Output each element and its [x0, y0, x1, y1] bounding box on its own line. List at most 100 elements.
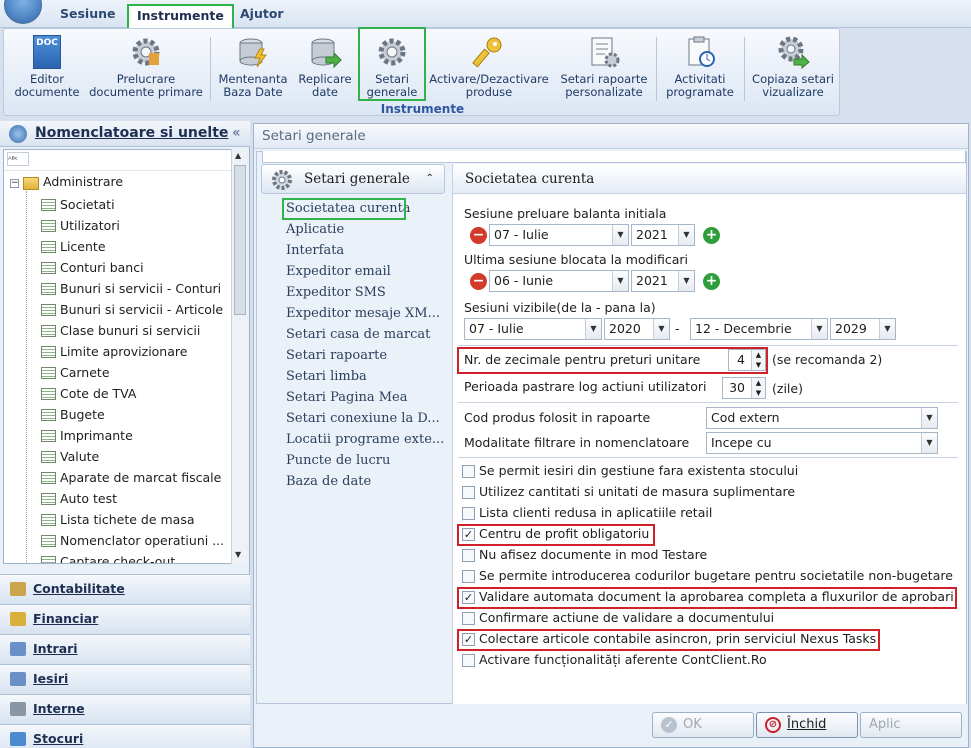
side-link[interactable]: Locatii programe exte... — [286, 432, 444, 447]
plus-icon[interactable]: + — [703, 273, 720, 290]
scroll-up-icon[interactable]: ▲ — [235, 151, 241, 160]
chevron-up-icon[interactable]: ⌃ — [426, 165, 434, 193]
nav-section-iesiri[interactable]: Iesiri — [0, 664, 250, 694]
side-link[interactable]: Expeditor email — [286, 264, 391, 279]
tree-item[interactable]: Imprimante — [60, 426, 133, 446]
checkbox[interactable] — [462, 612, 475, 625]
chevron-down-icon[interactable]: ▼ — [612, 225, 628, 245]
vizibile-to-month-select[interactable]: 12 - Decembrie ▼ — [690, 318, 828, 340]
side-link[interactable]: Baza de date — [286, 474, 371, 489]
chevron-down-icon[interactable]: ▼ — [653, 319, 669, 339]
side-header[interactable]: Setari generale ⌃ — [261, 164, 445, 194]
ribbon-button-replicare[interactable]: Replicare date — [294, 35, 356, 101]
vizibile-from-month-select[interactable]: 07 - Iulie ▼ — [464, 318, 602, 340]
side-link[interactable]: Interfata — [286, 243, 344, 258]
tab-sesiune[interactable]: Sesiune — [52, 4, 123, 28]
tree-item[interactable]: Bunuri si servicii - Conturi — [60, 279, 221, 299]
tree-item[interactable]: Carnete — [60, 363, 110, 383]
tree-item[interactable]: Lista tichete de masa — [60, 510, 195, 530]
checkbox[interactable] — [462, 549, 475, 562]
side-link[interactable]: Expeditor SMS — [286, 285, 386, 300]
collapse-icon[interactable]: « — [232, 125, 241, 141]
filtrare-select[interactable]: Incepe cu ▼ — [706, 432, 938, 454]
chevron-down-icon[interactable]: ▼ — [678, 271, 694, 291]
checkbox[interactable] — [462, 465, 475, 478]
tree-item[interactable]: Conturi banci — [60, 258, 144, 278]
ok-button[interactable]: ✓ OK — [652, 712, 754, 738]
stepper-arrows-icon[interactable]: ▲ ▼ — [751, 350, 765, 370]
side-link[interactable]: Setari casa de marcat — [286, 327, 430, 342]
chevron-down-icon[interactable]: ▼ — [811, 319, 827, 339]
minus-icon[interactable]: − — [470, 273, 487, 290]
blocata-year-select[interactable]: 2021 ▼ — [631, 270, 695, 292]
blocata-month-select[interactable]: 06 - Iunie ▼ — [489, 270, 629, 292]
scroll-down-icon[interactable]: ▼ — [235, 550, 241, 559]
ribbon-button-activare[interactable]: Activare/Dezactivare produse — [428, 35, 550, 101]
plus-icon[interactable]: + — [703, 227, 720, 244]
chevron-down-icon[interactable]: ▼ — [921, 433, 937, 453]
ribbon-button-setari-rapoarte[interactable]: Setari rapoarte personalizate — [556, 35, 652, 101]
nav-section-financiar[interactable]: Financiar — [0, 604, 250, 634]
side-link[interactable]: Aplicatie — [286, 222, 344, 237]
minus-icon[interactable]: − — [470, 227, 487, 244]
sesiune-month-select[interactable]: 07 - Iulie ▼ — [489, 224, 629, 246]
ribbon-button-setari-generale[interactable]: Setari generale — [358, 27, 426, 101]
chevron-down-icon[interactable]: ▼ — [678, 225, 694, 245]
checkbox-label[interactable]: Activare funcționalități aferente ContCl… — [479, 652, 767, 667]
tree-item[interactable]: Bugete — [60, 405, 105, 425]
side-link[interactable]: Expeditor mesaje XM... — [286, 306, 440, 321]
collapse-tree-icon[interactable]: − — [10, 179, 19, 188]
cancel-button[interactable]: ⊘ Închid — [756, 712, 858, 738]
nav-section-interne[interactable]: Interne — [0, 694, 250, 724]
tree-item[interactable]: Licente — [60, 237, 106, 257]
checkbox-label[interactable]: Utilizez cantitati si unitati de masura … — [479, 484, 795, 499]
tab-instrumente[interactable]: Instrumente — [127, 4, 234, 28]
vizibile-from-year-select[interactable]: 2020 ▼ — [604, 318, 670, 340]
chevron-down-icon[interactable]: ▼ — [612, 271, 628, 291]
chevron-down-icon[interactable]: ▼ — [879, 319, 895, 339]
vizibile-to-year-select[interactable]: 2029 ▼ — [830, 318, 896, 340]
nav-scrollbar[interactable]: ▲ ▼ — [231, 149, 247, 564]
side-link[interactable]: Setari conexiune la D... — [286, 411, 440, 426]
stepper-arrows-icon[interactable]: ▲ ▼ — [751, 378, 765, 398]
checkbox[interactable] — [462, 654, 475, 667]
sesiune-year-select[interactable]: 2021 ▼ — [631, 224, 695, 246]
checkbox-label[interactable]: Se permit iesiri din gestiune fara exist… — [479, 463, 798, 478]
cod-select[interactable]: Cod extern ▼ — [706, 407, 938, 429]
nav-section-contabilitate[interactable]: Contabilitate — [0, 574, 250, 604]
tree-item[interactable]: Auto test — [60, 489, 117, 509]
tree-item[interactable]: Aparate de marcat fiscale — [60, 468, 221, 488]
tab-ajutor[interactable]: Ajutor — [232, 4, 292, 28]
ribbon-button-copiaza-setari[interactable]: Copiaza setari vizualizare — [750, 35, 836, 101]
apply-button[interactable]: Aplic — [860, 712, 962, 738]
ribbon-button-prelucrare[interactable]: Prelucrare documente primare — [88, 35, 204, 101]
checkbox-label[interactable]: Lista clienti redusa in aplicatiile reta… — [479, 505, 712, 520]
checkbox-label[interactable]: Confirmare actiune de validare a documen… — [479, 610, 774, 625]
checkbox[interactable] — [462, 486, 475, 499]
tree-item[interactable]: Societati — [60, 195, 115, 215]
tree-item[interactable]: Clase bunuri si servicii — [60, 321, 200, 341]
zecimale-stepper[interactable]: 4 ▲ ▼ — [728, 349, 766, 371]
tree-item[interactable]: Nomenclator operatiuni ... — [60, 531, 224, 551]
checkbox[interactable] — [462, 507, 475, 520]
side-link[interactable]: Setari Pagina Mea — [286, 390, 407, 405]
chevron-down-icon[interactable]: ▼ — [585, 319, 601, 339]
ribbon-button-editor-documente[interactable]: DOC Editor documente — [10, 35, 84, 101]
tree-item[interactable]: Cote de TVA — [60, 384, 136, 404]
abc-filter-icon[interactable]: ᴬᴮᶜ — [7, 152, 29, 166]
tree-root-administrare[interactable]: Administrare — [43, 174, 123, 189]
checkbox-label[interactable]: Nu afisez documente in mod Testare — [479, 547, 707, 562]
chevron-down-icon[interactable]: ▼ — [921, 408, 937, 428]
side-link[interactable]: Setari rapoarte — [286, 348, 387, 363]
tree-item[interactable]: Captare check-out — [60, 552, 175, 563]
side-link[interactable]: Puncte de lucru — [286, 453, 390, 468]
tree-item[interactable]: Limite aprovizionare — [60, 342, 187, 362]
log-stepper[interactable]: 30 ▲ ▼ — [722, 377, 766, 399]
ribbon-button-mentenanta[interactable]: Mentenanta Baza Date — [216, 35, 290, 101]
ribbon-button-activitati[interactable]: Activitati programate — [662, 35, 738, 101]
side-link[interactable]: Setari limba — [286, 369, 367, 384]
checkbox-label[interactable]: Se permite introducerea codurilor bugeta… — [479, 568, 953, 583]
tree-item[interactable]: Bunuri si servicii - Articole — [60, 300, 223, 320]
tree-item[interactable]: Utilizatori — [60, 216, 120, 236]
checkbox[interactable] — [462, 570, 475, 583]
